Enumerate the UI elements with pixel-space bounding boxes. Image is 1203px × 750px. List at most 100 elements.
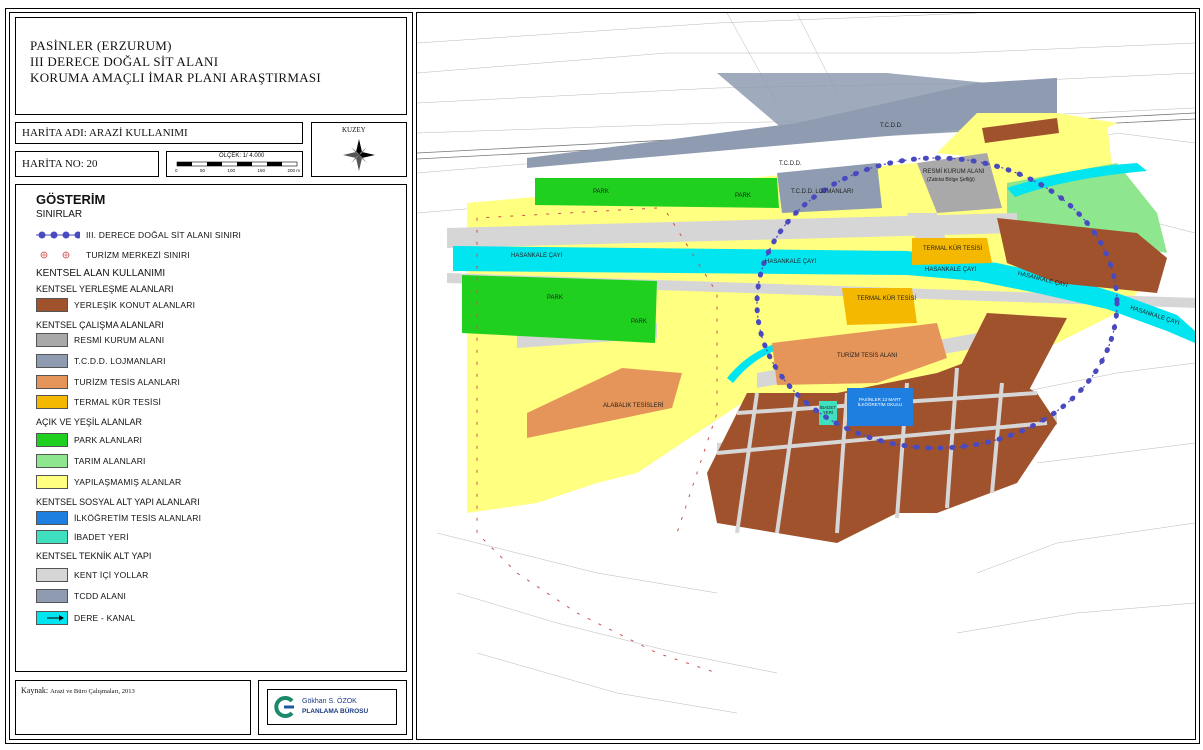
legend-item-termal: TERMAL KÜR TESİSİ (36, 394, 161, 410)
map-label-river: HASANKALE ÇAYI (925, 267, 977, 273)
turizm-boundary-symbol (40, 251, 70, 259)
legend-section-heading: KENTSEL YERLEŞME ALANLARI (36, 284, 174, 294)
legend-item-turizm-tesis: TURİZM TESİS ALANLARI (36, 374, 180, 390)
legend-swatch (36, 354, 68, 368)
legend-item-ibadet: İBADET YERİ (36, 529, 129, 545)
legend-label: İLKÖĞRETİM TESİS ALANLARI (74, 513, 202, 523)
legend-item-ilkogretim: İLKÖĞRETİM TESİS ALANLARI (36, 510, 201, 526)
company-logo-box: Gökhan S. ÖZOK PLANLAMA BÜROSU (267, 689, 397, 725)
legend-label: III. DERECE DOĞAL SİT ALANI SINIRI (86, 230, 242, 240)
company-box: Gökhan S. ÖZOK PLANLAMA BÜROSU (258, 680, 407, 735)
legend-label: YAPILAŞMAMIŞ ALANLAR (74, 477, 182, 487)
legend-item-resmi-kurum: RESMİ KURUM ALANI (36, 332, 164, 348)
map-label-ibadet: İBADET YERİ (819, 405, 837, 415)
map-label-tcdd-lojman: T.C.D.D. LOJMANLARI (791, 189, 854, 195)
legend-section-heading: AÇIK VE YEŞİL ALANLAR (36, 417, 143, 427)
legend-swatch (36, 395, 68, 409)
legend-section-heading: KENTSEL ÇALIŞMA ALANLARI (36, 320, 164, 330)
map-name: HARİTA ADI: ARAZİ KULLANIMI (22, 127, 188, 139)
map-label-park: PARK (593, 189, 609, 195)
map-label-park: PARK (631, 319, 647, 325)
legend-item-turizm-boundary: TURİZM MERKEZİ SINIRI (36, 247, 190, 263)
legend-swatch (36, 375, 68, 389)
map-no-box: HARİTA NO: 20 (15, 151, 159, 177)
compass-rose-icon (343, 139, 375, 171)
legend-item-yapilasmamis: YAPILAŞMAMIŞ ALANLAR (36, 474, 181, 490)
legend-item-tarim: TARIM ALANLARI (36, 453, 146, 469)
legend-item-tcdd-alani: TCDD ALANI (36, 588, 126, 604)
legend-swatch (36, 433, 68, 447)
north-label: KUZEY (342, 126, 366, 134)
legend-label: DERE - KANAL (74, 613, 136, 623)
source-value: Arazi ve Büro Çalışmaları, 2013 (50, 688, 135, 695)
map-label-park: PARK (547, 295, 563, 301)
ilkogretim-area (847, 388, 913, 426)
legend-box: GÖSTERİM SINIRLAR III. DERECE DOĞAL SİT … (15, 184, 407, 672)
scale-box: ÖLÇEK: 1/ 4.000 0 50 100 150 200 m (166, 151, 303, 177)
legend-swatch (36, 611, 68, 625)
park-area (462, 275, 657, 343)
boundaries-heading: SINIRLAR (36, 209, 83, 220)
scale-tick: 100 (227, 168, 235, 173)
map-label-alabalik: ALABALIK TESİSLERİ (603, 403, 664, 409)
urban-heading: KENTSEL ALAN KULLANIMI (36, 268, 166, 279)
legend-swatch (36, 511, 68, 525)
page-title: PASİNLER (ERZURUM) III DERECE DOĞAL SİT … (30, 38, 321, 86)
legend-label: TURİZM MERKEZİ SINIRI (86, 250, 190, 260)
legend-label: TERMAL KÜR TESİSİ (74, 397, 162, 407)
map-number: HARİTA NO: 20 (22, 158, 98, 170)
company-name: Gökhan S. ÖZOK (302, 698, 357, 705)
legend-swatch (36, 333, 68, 347)
legend-label: TARIM ALANLARI (74, 456, 146, 466)
map-frame: T.C.D.D. T.C.D.D. PARK PARK T.C.D.D. LOJ… (416, 12, 1196, 740)
north-box: KUZEY (311, 122, 407, 177)
legend-title: GÖSTERİM (36, 192, 106, 207)
map-name-box: HARİTA ADI: ARAZİ KULLANIMI (15, 122, 303, 144)
legend-label: YERLEŞİK KONUT ALANLARI (74, 300, 196, 310)
map-label-okul: PASİNLER 13 MART İLKÖĞRETİM OKULU (857, 397, 903, 407)
legend-section-heading: KENTSEL TEKNİK ALT YAPI (36, 551, 152, 561)
legend-item-park: PARK ALANLARI (36, 432, 142, 448)
company-subtitle: PLANLAMA BÜROSU (302, 708, 369, 715)
title-box: PASİNLER (ERZURUM) III DERECE DOĞAL SİT … (15, 17, 407, 115)
legend-item-sit-boundary: III. DERECE DOĞAL SİT ALANI SINIRI (36, 227, 241, 243)
map-label-river: HASANKALE ÇAYI (765, 259, 817, 265)
legend-label: TURİZM TESİS ALANLARI (74, 377, 181, 387)
map-label-tcdd: T.C.D.D. (779, 161, 802, 167)
legend-label: RESMİ KURUM ALANI (74, 335, 165, 345)
legend-swatch (36, 475, 68, 489)
map-label-resmi-kurum-sub: (Zabıtai Bölge Şefliği) (927, 177, 975, 183)
legend-item-yollar: KENT İÇİ YOLLAR (36, 567, 149, 583)
legend-label: İBADET YERİ (74, 532, 129, 542)
legend-item-tcdd-lojman: T.C.D.D. LOJMANLARI (36, 353, 166, 369)
legend-swatch (36, 454, 68, 468)
map-label-resmi-kurum: RESMİ KURUM ALANI (923, 169, 985, 175)
map-label-termal: TERMAL KÜR TESİSİ (857, 296, 917, 302)
land-use-map (417, 13, 1195, 739)
map-label-tcdd: T.C.D.D. (880, 123, 903, 129)
sit-boundary-symbol (36, 231, 80, 239)
map-label-river: HASANKALE ÇAYI (511, 253, 563, 259)
legend-swatch (36, 530, 68, 544)
legend-label: KENT İÇİ YOLLAR (74, 570, 149, 580)
source-text: Kaynak: Arazi ve Büro Çalışmaları, 2013 (21, 686, 135, 695)
title-line-2: III DERECE DOĞAL SİT ALANI (30, 54, 219, 69)
legend-section-heading: KENTSEL SOSYAL ALT YAPI ALANLARI (36, 497, 200, 507)
scale-tick: 50 (199, 168, 205, 173)
arrow-right-icon (47, 615, 64, 621)
legend-swatch (36, 298, 68, 312)
company-logo-icon (274, 696, 294, 718)
legend-label: T.C.D.D. LOJMANLARI (74, 356, 166, 366)
legend-swatch (36, 589, 68, 603)
legend-item-konut: YERLEŞİK KONUT ALANLARI (36, 297, 195, 313)
legend-label: PARK ALANLARI (74, 435, 143, 445)
title-line-1: PASİNLER (ERZURUM) (30, 38, 172, 53)
scale-tick: 200 m (287, 168, 300, 173)
legend-label: TCDD ALANI (74, 591, 127, 601)
legend-item-dere: DERE - KANAL (36, 610, 135, 626)
scale-tick: 0 (175, 168, 178, 173)
source-box: Kaynak: Arazi ve Büro Çalışmaları, 2013 (15, 680, 251, 735)
map-label-turizm-tesis: TURİZM TESİS ALANI (837, 353, 898, 359)
map-label-termal: TERMAL KÜR TESİSİ (923, 246, 983, 252)
scale-ticks: 0 50 100 150 200 m (175, 168, 300, 173)
